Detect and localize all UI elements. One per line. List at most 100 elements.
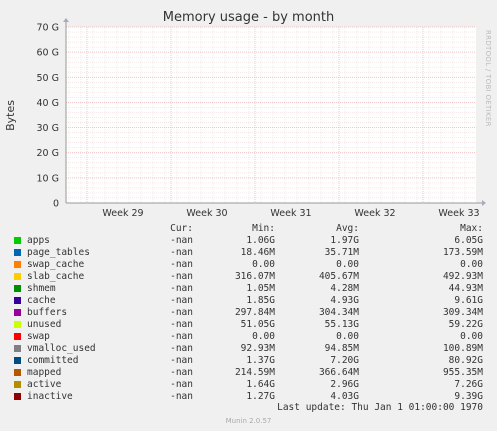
header-cur: Cur: <box>170 223 193 234</box>
legend-row-shmem: shmem -nan 1.05M 4.28M 44.93M <box>0 283 497 295</box>
value-max: 44.93M <box>448 283 483 294</box>
legend-swatch <box>14 261 21 268</box>
legend-swatch <box>14 285 21 292</box>
value-min: 1.85G <box>246 295 275 306</box>
x-tick-label: Week 31 <box>270 208 311 219</box>
value-max: 80.92G <box>448 355 483 366</box>
plot-area: 0 10 G 20 G 30 G 40 G 50 G 60 G 70 G Week 29 Week… <box>37 18 486 219</box>
legend-header: Cur: Min: Avg: Max: <box>0 223 497 235</box>
header-min: Min: <box>252 223 275 234</box>
value-max: 7.26G <box>454 379 483 390</box>
legend-row-unused: unused -nan 51.05G 55.13G 59.22G <box>0 319 497 331</box>
legend-swatch <box>14 321 21 328</box>
value-cur: -nan <box>170 307 193 318</box>
y-tick-label: 10 G <box>37 173 59 184</box>
value-avg: 405.67M <box>318 271 359 282</box>
legend-name: shmem <box>27 283 56 294</box>
value-cur: -nan <box>170 295 193 306</box>
x-axis-arrow <box>482 200 486 206</box>
legend-row-active: active -nan 1.64G 2.96G 7.26G <box>0 379 497 391</box>
legend-name: swap_cache <box>27 259 85 270</box>
value-avg: 0.00 <box>336 259 359 270</box>
legend-row-page-tables: page_tables -nan 18.46M 35.71M 173.59M <box>0 247 497 259</box>
legend-name: inactive <box>27 391 73 402</box>
value-max: 309.34M <box>442 307 483 318</box>
legend-name: active <box>27 379 62 390</box>
legend-row-apps: apps -nan 1.06G 1.97G 6.05G <box>0 235 497 247</box>
value-min: 51.05G <box>240 319 275 330</box>
y-tick-label: 0 <box>53 199 59 210</box>
value-max: 6.05G <box>454 235 483 246</box>
value-cur: -nan <box>170 283 193 294</box>
legend-swatch <box>14 309 21 316</box>
value-avg: 304.34M <box>318 307 359 318</box>
value-cur: -nan <box>170 367 193 378</box>
value-min: 316.07M <box>234 271 275 282</box>
value-cur: -nan <box>170 379 193 390</box>
value-avg: 7.20G <box>330 355 359 366</box>
value-max: 955.35M <box>442 367 483 378</box>
legend-swatch <box>14 273 21 280</box>
legend-row-slab-cache: slab_cache -nan 316.07M 405.67M 492.93M <box>0 271 497 283</box>
legend-name: apps <box>27 235 50 246</box>
legend-row-buffers: buffers -nan 297.84M 304.34M 309.34M <box>0 307 497 319</box>
legend-swatch <box>14 393 21 400</box>
legend-swatch <box>14 357 21 364</box>
header-max: Max: <box>460 223 483 234</box>
legend-name: page_tables <box>27 247 90 258</box>
legend-row-committed: committed -nan 1.37G 7.20G 80.92G <box>0 355 497 367</box>
legend-swatch <box>14 333 21 340</box>
legend-row-swap-cache: swap_cache -nan 0.00 0.00 0.00 <box>0 259 497 271</box>
value-cur: -nan <box>170 355 193 366</box>
value-cur: -nan <box>170 259 193 270</box>
last-update: Last update: Thu Jan 1 01:00:00 1970 <box>277 402 483 413</box>
legend-name: slab_cache <box>27 271 85 282</box>
value-max: 9.39G <box>454 391 483 402</box>
legend-name: cache <box>27 295 56 306</box>
value-min: 297.84M <box>234 307 275 318</box>
legend-swatch <box>14 345 21 352</box>
value-cur: -nan <box>170 343 193 354</box>
value-max: 173.59M <box>442 247 483 258</box>
legend-swatch <box>14 237 21 244</box>
value-max: 100.89M <box>442 343 483 354</box>
value-max: 0.00 <box>460 331 483 342</box>
y-tick-label: 40 G <box>37 98 59 109</box>
value-max: 9.61G <box>454 295 483 306</box>
y-tick-label: 60 G <box>37 48 59 59</box>
value-max: 0.00 <box>460 259 483 270</box>
value-avg: 4.03G <box>330 391 359 402</box>
legend-name: buffers <box>27 307 68 318</box>
value-min: 0.00 <box>252 331 275 342</box>
value-avg: 55.13G <box>324 319 359 330</box>
legend-swatch <box>14 381 21 388</box>
value-max: 492.93M <box>442 271 483 282</box>
value-max: 59.22G <box>448 319 483 330</box>
value-min: 18.46M <box>240 247 275 258</box>
munin-version: Munin 2.0.57 <box>225 417 272 425</box>
value-avg: 0.00 <box>336 331 359 342</box>
legend-name: vmalloc_used <box>27 343 96 354</box>
y-tick-label: 50 G <box>37 73 59 84</box>
value-cur: -nan <box>170 271 193 282</box>
legend-row-vmalloc-used: vmalloc_used -nan 92.93M 94.85M 100.89M <box>0 343 497 355</box>
x-tick-label: Week 30 <box>186 208 227 219</box>
legend-name: swap <box>27 331 50 342</box>
value-cur: -nan <box>170 391 193 402</box>
y-axis-arrow <box>63 18 69 22</box>
y-tick-label: 20 G <box>37 148 59 159</box>
value-cur: -nan <box>170 247 193 258</box>
legend-name: committed <box>27 355 79 366</box>
value-min: 214.59M <box>234 367 275 378</box>
x-tick-label: Week 32 <box>354 208 395 219</box>
value-min: 1.06G <box>246 235 275 246</box>
value-min: 1.64G <box>246 379 275 390</box>
x-tick-label: Week 29 <box>102 208 143 219</box>
value-avg: 94.85M <box>324 343 359 354</box>
value-cur: -nan <box>170 235 193 246</box>
value-min: 92.93M <box>240 343 275 354</box>
value-avg: 2.96G <box>330 379 359 390</box>
header-avg: Avg: <box>336 223 359 234</box>
value-avg: 4.28M <box>330 283 359 294</box>
value-min: 1.05M <box>246 283 275 294</box>
